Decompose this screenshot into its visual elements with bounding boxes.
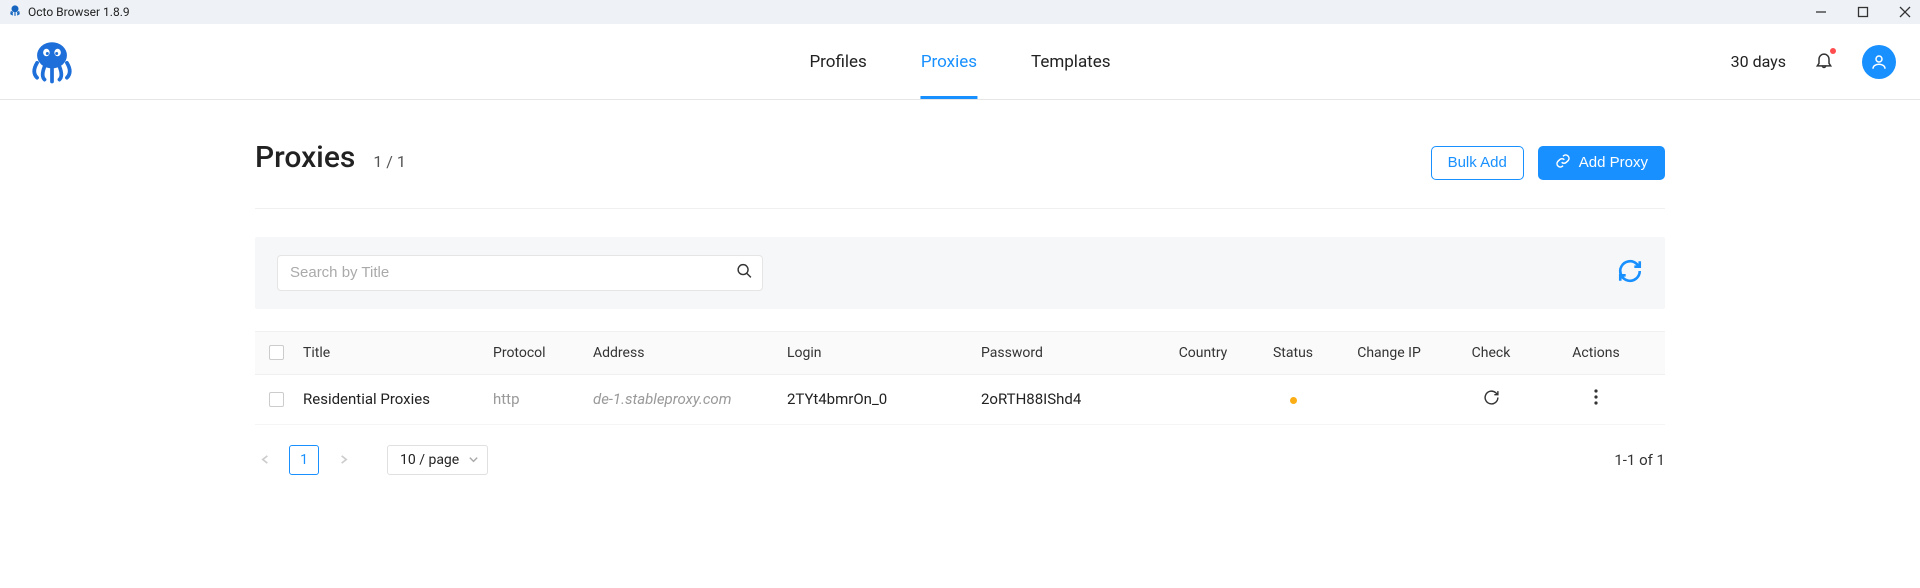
col-change-ip: Change IP	[1337, 345, 1441, 361]
search-input[interactable]	[277, 255, 763, 291]
cell-protocol: http	[493, 390, 593, 408]
row-checkbox[interactable]	[269, 392, 284, 407]
cell-login: 2TYt4bmrOn_0	[787, 390, 981, 408]
nav-proxies[interactable]: Proxies	[921, 24, 977, 99]
chevron-down-icon	[468, 454, 479, 465]
page-count: 1 / 1	[373, 152, 406, 171]
main-nav: Profiles Proxies Templates	[809, 24, 1110, 99]
col-status: Status	[1249, 345, 1337, 361]
cell-title: Residential Proxies	[303, 390, 493, 408]
bulk-add-button[interactable]: Bulk Add	[1431, 146, 1524, 180]
check-proxy-button[interactable]	[1483, 389, 1500, 406]
minimize-button[interactable]	[1814, 5, 1828, 19]
col-country: Country	[1157, 345, 1249, 361]
search-icon[interactable]	[736, 262, 753, 283]
cell-status	[1249, 390, 1337, 408]
page-header: Proxies 1 / 1 Bulk Add Add Proxy	[255, 140, 1665, 209]
days-remaining[interactable]: 30 days	[1731, 52, 1786, 71]
refresh-button[interactable]	[1617, 258, 1643, 288]
select-all-checkbox[interactable]	[269, 345, 284, 360]
proxy-table: Title Protocol Address Login Password Co…	[255, 331, 1665, 425]
close-button[interactable]	[1898, 5, 1912, 19]
prev-page-button[interactable]	[255, 450, 275, 470]
add-proxy-label: Add Proxy	[1579, 154, 1648, 171]
window-titlebar: Octo Browser 1.8.9	[0, 0, 1920, 24]
col-password: Password	[981, 345, 1157, 361]
col-title[interactable]: Title	[303, 345, 493, 361]
page-size-label: 10 / page	[400, 452, 459, 468]
octo-logo	[24, 36, 80, 88]
notification-dot-icon	[1830, 48, 1836, 54]
page-size-select[interactable]: 10 / page	[387, 445, 488, 475]
col-login: Login	[787, 345, 981, 361]
row-actions-button[interactable]	[1594, 389, 1598, 405]
table-row[interactable]: Residential Proxies http de-1.stableprox…	[255, 375, 1665, 425]
col-protocol: Protocol	[493, 345, 593, 361]
col-actions: Actions	[1541, 345, 1651, 361]
nav-profiles[interactable]: Profiles	[809, 24, 866, 99]
search-bar	[255, 237, 1665, 309]
pagination: 1 10 / page 1-1 of 1	[255, 445, 1665, 475]
page-number[interactable]: 1	[289, 445, 319, 475]
maximize-button[interactable]	[1856, 5, 1870, 19]
cell-address: de-1.stableproxy.com	[593, 390, 787, 408]
add-proxy-button[interactable]: Add Proxy	[1538, 146, 1665, 180]
app-icon	[8, 3, 22, 21]
window-title: Octo Browser 1.8.9	[28, 5, 130, 19]
notifications-button[interactable]	[1814, 50, 1834, 74]
nav-templates[interactable]: Templates	[1031, 24, 1111, 99]
cell-password: 2oRTH88IShd4	[981, 390, 1157, 408]
next-page-button[interactable]	[333, 450, 353, 470]
page-range: 1-1 of 1	[1614, 451, 1665, 469]
app-header: Profiles Proxies Templates 30 days	[0, 24, 1920, 100]
user-avatar[interactable]	[1862, 45, 1896, 79]
col-address: Address	[593, 345, 787, 361]
status-dot-icon	[1290, 397, 1297, 404]
link-icon	[1555, 153, 1571, 173]
page-title: Proxies	[255, 140, 355, 175]
col-check: Check	[1441, 345, 1541, 361]
table-header: Title Protocol Address Login Password Co…	[255, 331, 1665, 375]
